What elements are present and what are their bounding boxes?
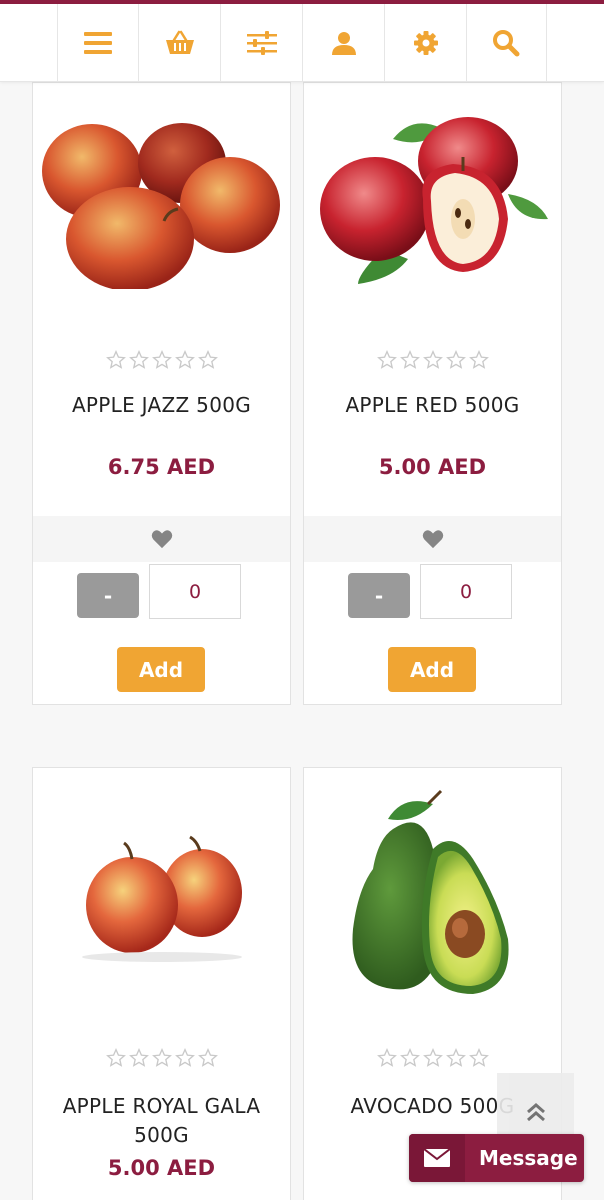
- product-card: APPLE JAZZ 500G 6.75 AED - Add: [32, 82, 291, 705]
- add-to-cart-button[interactable]: Add: [388, 647, 476, 692]
- star-icon: [174, 350, 195, 369]
- wishlist-bar[interactable]: [304, 516, 561, 562]
- product-card: APPLE ROYAL GALA 500G 5.00 AED: [32, 767, 291, 1200]
- cart-button[interactable]: [139, 4, 221, 82]
- product-price: 5.00 AED: [378, 455, 487, 479]
- message-label: Message: [479, 1146, 578, 1170]
- heart-icon: [151, 530, 172, 549]
- product-image[interactable]: [33, 101, 290, 296]
- star-icon: [197, 350, 218, 369]
- product-image[interactable]: [304, 101, 561, 296]
- product-image[interactable]: [33, 798, 290, 998]
- decrease-quantity-button[interactable]: -: [77, 573, 139, 618]
- wishlist-bar[interactable]: [33, 516, 290, 562]
- add-to-cart-button[interactable]: Add: [117, 647, 205, 692]
- product-name[interactable]: APPLE RED 500G: [304, 391, 561, 420]
- product-price: 5.00 AED: [107, 1156, 216, 1180]
- star-icon: [399, 350, 420, 369]
- filter-button[interactable]: [221, 4, 303, 82]
- decrease-quantity-button[interactable]: -: [348, 573, 410, 618]
- product-card: APPLE RED 500G 5.00 AED - Add: [303, 82, 562, 705]
- quantity-input[interactable]: [149, 564, 241, 619]
- star-icon: [128, 1048, 149, 1067]
- rating-stars: [304, 1048, 561, 1068]
- star-icon: [174, 1048, 195, 1067]
- star-icon: [151, 350, 172, 369]
- rating-stars: [33, 350, 290, 370]
- star-icon: [468, 350, 489, 369]
- star-icon: [128, 350, 149, 369]
- envelope-icon-box: [409, 1134, 465, 1182]
- star-icon: [105, 350, 126, 369]
- star-icon: [422, 350, 443, 369]
- star-icon: [468, 1048, 489, 1067]
- settings-icon: [413, 31, 438, 55]
- envelope-icon: [424, 1149, 450, 1167]
- star-icon: [399, 1048, 420, 1067]
- star-icon: [151, 1048, 172, 1067]
- quantity-input[interactable]: [420, 564, 512, 619]
- apple-jazz-image: [41, 122, 280, 289]
- top-toolbar: [0, 4, 604, 82]
- product-name[interactable]: APPLE JAZZ 500G: [33, 391, 290, 420]
- star-icon: [422, 1048, 443, 1067]
- star-icon: [197, 1048, 218, 1067]
- user-icon: [331, 32, 356, 55]
- rating-stars: [304, 350, 561, 370]
- product-image[interactable]: [304, 786, 561, 1011]
- star-icon: [445, 350, 466, 369]
- heart-icon: [422, 530, 443, 549]
- filter-icon: [246, 31, 277, 55]
- message-button[interactable]: Message: [409, 1134, 584, 1182]
- product-price: 6.75 AED: [107, 455, 216, 479]
- apple-red-image: [319, 116, 548, 284]
- star-icon: [445, 1048, 466, 1067]
- account-button[interactable]: [303, 4, 385, 82]
- double-chevron-up-icon: [526, 1103, 545, 1122]
- basket-icon: [165, 30, 194, 54]
- apple-royal-gala-image: [81, 835, 242, 962]
- search-icon: [492, 30, 519, 57]
- rating-stars: [33, 1048, 290, 1068]
- star-icon: [376, 350, 397, 369]
- star-icon: [376, 1048, 397, 1067]
- settings-button[interactable]: [385, 4, 467, 82]
- avocado-image: [352, 789, 509, 994]
- menu-icon: [84, 32, 112, 54]
- search-button[interactable]: [465, 4, 547, 82]
- star-icon: [105, 1048, 126, 1067]
- product-name[interactable]: APPLE ROYAL GALA 500G: [33, 1092, 290, 1150]
- menu-button[interactable]: [57, 4, 139, 82]
